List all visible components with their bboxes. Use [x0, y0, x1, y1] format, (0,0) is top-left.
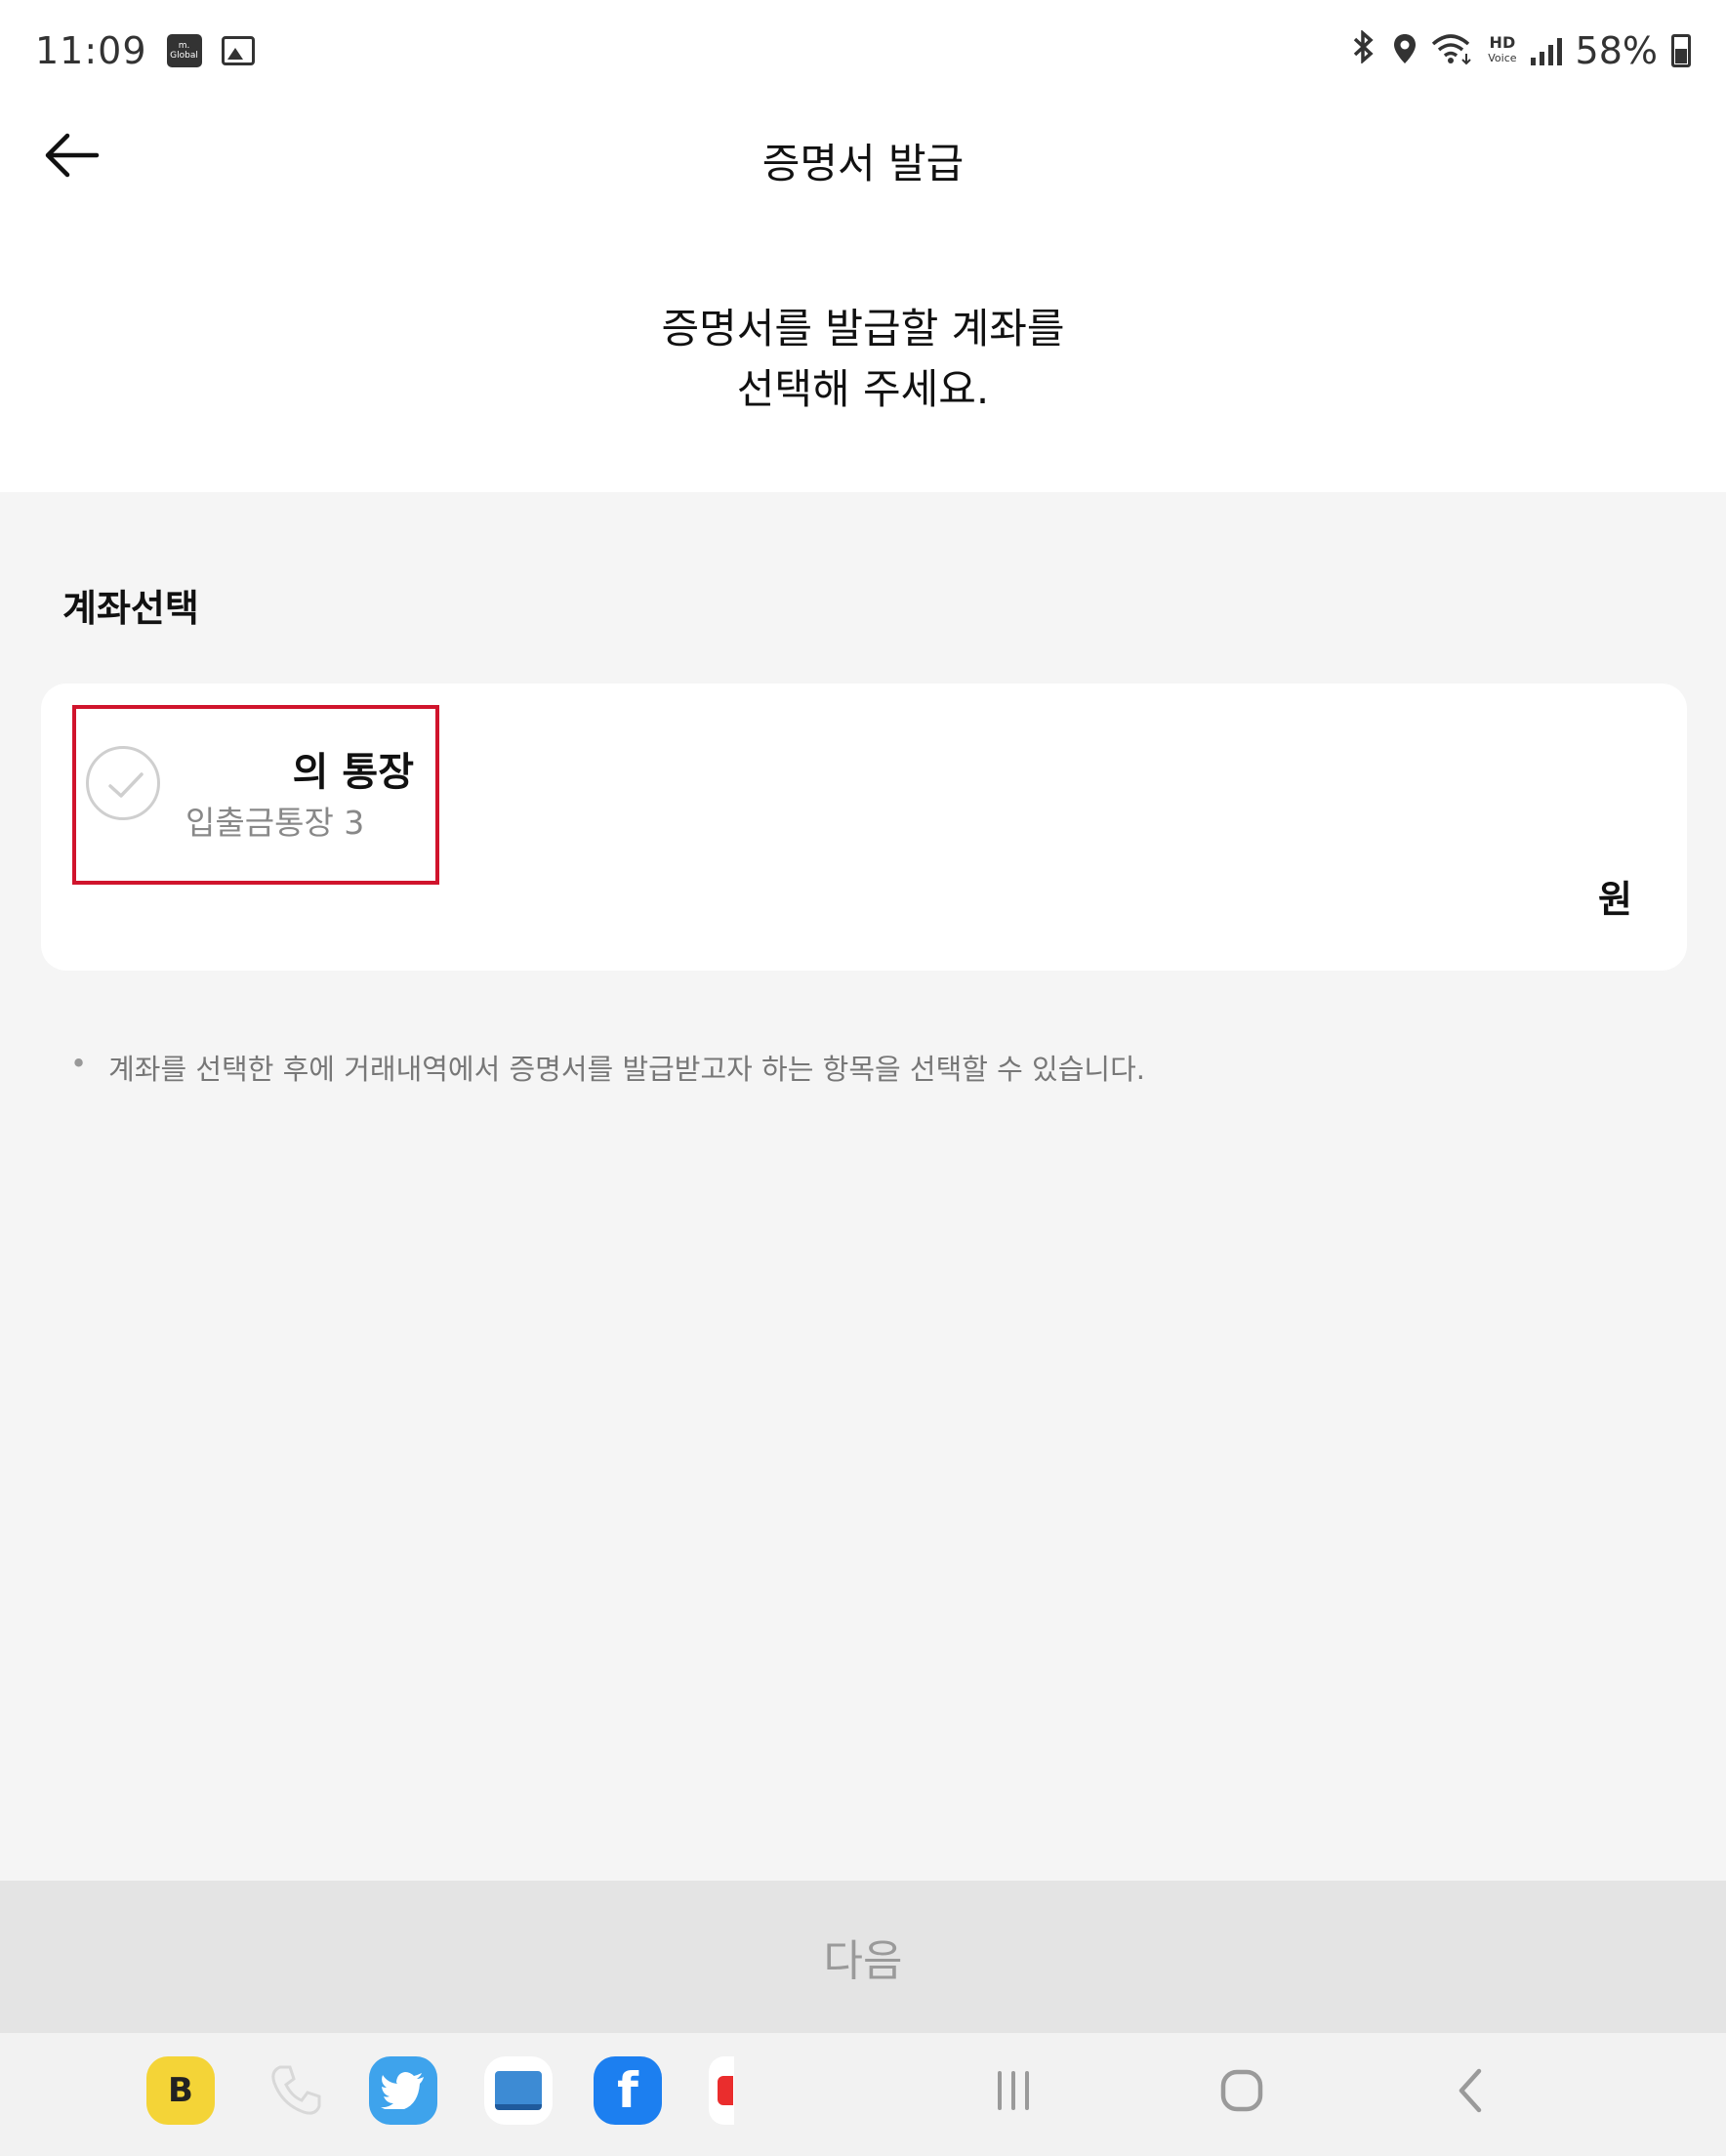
status-bar: 11:09 m. Global HD Voice 58%: [0, 0, 1726, 102]
book-app-icon[interactable]: [484, 2056, 553, 2125]
intro-line-1: 증명서를 발급할 계좌를: [661, 305, 1065, 352]
status-left: 11:09 m. Global: [35, 29, 255, 72]
hd-label: HD: [1489, 33, 1516, 52]
chevron-left-icon: [1459, 2068, 1482, 2113]
book-shape: [495, 2071, 542, 2110]
intro-section: 증명서를 발급할 계좌를 선택해 주세요.: [0, 209, 1726, 492]
battery-icon: [1671, 34, 1691, 67]
voice-label: Voice: [1488, 52, 1517, 64]
status-right: HD Voice 58%: [1349, 29, 1691, 72]
account-balance: 원: [1598, 878, 1632, 921]
status-time: 11:09: [35, 29, 147, 72]
wifi-icon: [1431, 32, 1474, 69]
page: 11:09 m. Global HD Voice 58% 증명서 발급 증명서를…: [0, 0, 1726, 2156]
gallery-icon: [221, 36, 255, 65]
home-button[interactable]: [1203, 2056, 1281, 2125]
recent-apps-button[interactable]: [974, 2056, 1052, 2125]
intro-message: 증명서를 발급할 계좌를 선택해 주세요.: [0, 299, 1726, 420]
bluetooth-icon: [1349, 29, 1378, 71]
m-global-app-icon: m. Global: [166, 34, 202, 67]
section-title: 계좌선택: [62, 587, 199, 630]
partial-app-icon[interactable]: [709, 2056, 734, 2125]
location-icon: [1392, 32, 1418, 69]
intro-line-2: 선택해 주세요.: [736, 365, 990, 413]
recents-icon: [998, 2071, 1029, 2110]
system-back-button[interactable]: [1431, 2056, 1509, 2125]
navigation-bar: B f: [0, 2033, 1726, 2156]
next-button[interactable]: 다음: [0, 1881, 1726, 2033]
home-icon: [1220, 2069, 1263, 2112]
facebook-app-icon[interactable]: f: [594, 2056, 662, 2125]
highlight-annotation-box: [72, 705, 439, 885]
hd-voice-icon: HD Voice: [1488, 33, 1517, 65]
notice-text: 계좌를 선택한 후에 거래내역에서 증명서를 발급받고자 하는 항목을 선택할 …: [108, 1053, 1145, 1086]
notice: • 계좌를 선택한 후에 거래내역에서 증명서를 발급받고자 하는 항목을 선택…: [70, 1047, 1145, 1088]
notice-bullet: •: [70, 1047, 88, 1080]
phone-app-icon[interactable]: [262, 2056, 330, 2125]
twitter-app-icon[interactable]: [369, 2056, 437, 2125]
bunjang-app-icon[interactable]: B: [146, 2056, 215, 2125]
page-title: 증명서 발급: [761, 140, 965, 187]
app-header: 증명서 발급: [0, 102, 1726, 209]
signal-icon: [1530, 36, 1562, 65]
partial-app-shape: [718, 2076, 733, 2105]
account-card[interactable]: 의 통장 입출금통장 3 원: [41, 684, 1687, 971]
battery-percent: 58%: [1575, 29, 1658, 72]
